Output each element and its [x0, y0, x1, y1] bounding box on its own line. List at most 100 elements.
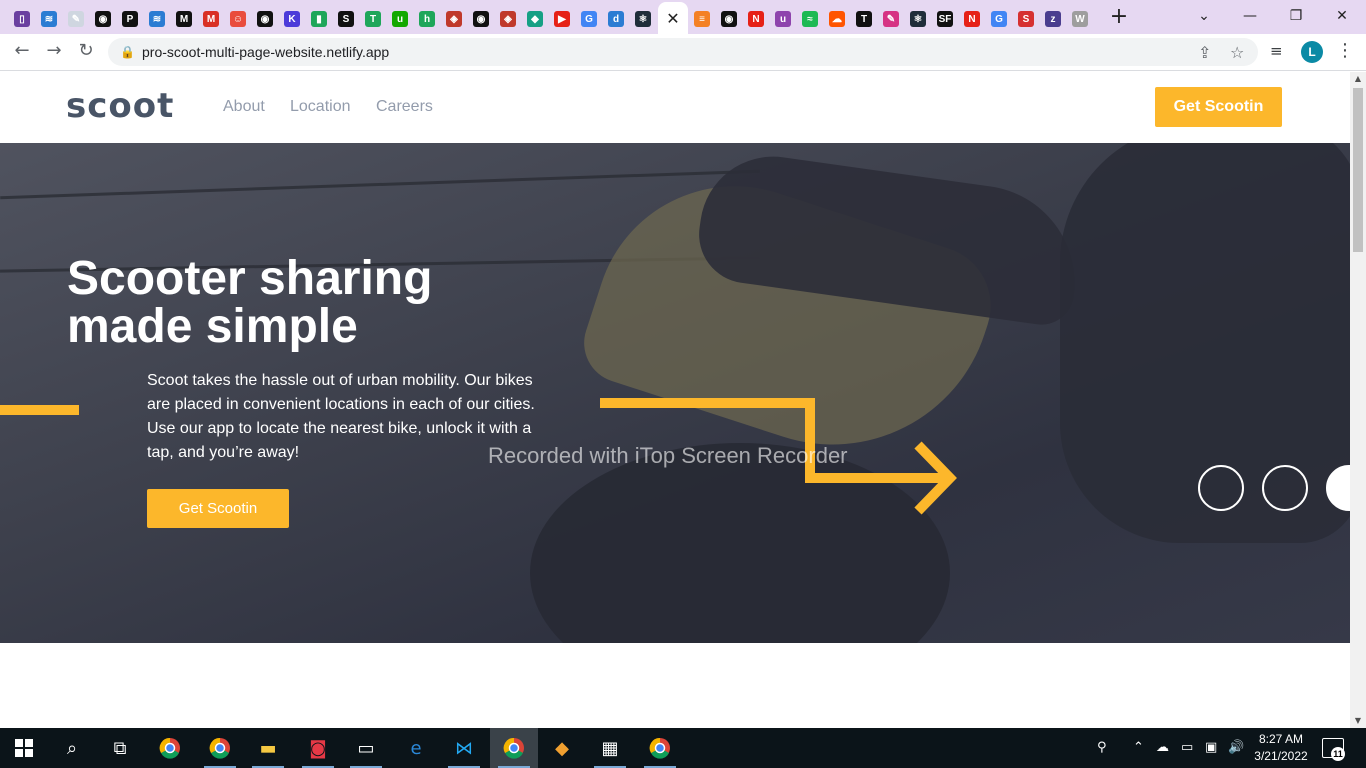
close-window-button[interactable]: ✕ — [1320, 4, 1364, 28]
browser-tab[interactable]: N — [959, 6, 985, 32]
taskbar-chrome-profile-l[interactable] — [490, 728, 538, 768]
browser-tab[interactable]: ◉ — [716, 6, 742, 32]
header-get-scootin-button[interactable]: Get Scootin — [1155, 87, 1282, 127]
browser-tab[interactable]: u — [387, 6, 413, 32]
browser-tab[interactable]: N — [743, 6, 769, 32]
browser-tab[interactable]: ☁ — [824, 6, 850, 32]
scroll-up-icon[interactable]: ▲ — [1350, 72, 1366, 86]
browser-tab[interactable]: u — [770, 6, 796, 32]
browser-tab[interactable]: SF — [932, 6, 958, 32]
browser-tab[interactable]: T — [360, 6, 386, 32]
browser-tab[interactable]: ◆ — [522, 6, 548, 32]
browser-tab[interactable]: T — [851, 6, 877, 32]
share-icon[interactable]: ⇪ — [1198, 43, 1211, 62]
s-icon: S — [338, 11, 354, 27]
browser-tab[interactable]: z — [1040, 6, 1066, 32]
github-icon: ◉ — [95, 11, 111, 27]
url-text[interactable]: pro-scoot-multi-page-website.netlify.app — [142, 44, 389, 60]
hero-get-scootin-button[interactable]: Get Scootin — [147, 489, 289, 528]
browser-tab[interactable]: M — [198, 6, 224, 32]
bookmark-star-icon[interactable]: ☆ — [1230, 43, 1244, 62]
profile-avatar[interactable]: L — [1301, 41, 1323, 63]
onedrive-icon[interactable]: ☁ — [1156, 740, 1169, 755]
browser-tab[interactable]: ≡ — [689, 6, 715, 32]
page-scrollbar[interactable]: ▲ ▼ — [1350, 72, 1366, 728]
wordpress-icon: W — [1072, 11, 1088, 27]
browser-tab[interactable]: ≋ — [36, 6, 62, 32]
taskbar-git-tool[interactable]: ◆ — [538, 728, 586, 768]
browser-tab[interactable]: K — [279, 6, 305, 32]
lock-icon[interactable]: 🔒 — [120, 45, 135, 59]
chrome-icon — [503, 737, 524, 759]
taskbar-chrome-profile-r2[interactable] — [636, 728, 684, 768]
show-hidden-icons[interactable]: ⌃ — [1133, 740, 1144, 755]
taskbar-chrome-profile-r[interactable] — [196, 728, 244, 768]
reload-button[interactable]: ↻ — [74, 40, 98, 64]
taskbar-edge[interactable]: e — [392, 728, 440, 768]
scroll-down-icon[interactable]: ▼ — [1350, 714, 1366, 728]
active-tab[interactable]: ✕ — [658, 2, 688, 34]
k-icon: K — [284, 11, 300, 27]
phone-icon: ▮ — [311, 11, 327, 27]
browser-tab[interactable]: ≋ — [144, 6, 170, 32]
taskbar-chrome[interactable] — [146, 728, 194, 768]
taskbar-network-app[interactable]: ▦ — [586, 728, 634, 768]
browser-tab[interactable]: W — [1067, 6, 1093, 32]
media-control-icon[interactable]: ≡ — [1270, 42, 1283, 60]
forward-button[interactable]: → — [42, 40, 66, 64]
taskbar-file-explorer[interactable]: ▬ — [244, 728, 292, 768]
task-view-button[interactable]: ⧉ — [96, 728, 144, 768]
ms-icon: ≋ — [41, 11, 57, 27]
volume-icon[interactable]: 🔊 — [1228, 740, 1244, 755]
nav-link-careers[interactable]: Careers — [376, 98, 433, 116]
people-icon[interactable]: ⚲ — [1097, 740, 1107, 755]
scroll-thumb[interactable] — [1353, 88, 1363, 252]
search-button[interactable]: ⌕ — [48, 728, 96, 768]
browser-menu-icon[interactable]: ⋮ — [1336, 40, 1354, 61]
browser-tab[interactable]: ▯ — [9, 6, 35, 32]
browser-tab[interactable]: ◈ — [495, 6, 521, 32]
t-icon: T — [856, 11, 872, 27]
address-bar[interactable]: 🔒 pro-scoot-multi-page-website.netlify.a… — [108, 38, 1258, 66]
tab-search-button[interactable]: ⌄ — [1182, 4, 1226, 28]
browser-tab[interactable]: G — [576, 6, 602, 32]
browser-tab[interactable]: ✎ — [878, 6, 904, 32]
browser-tab[interactable]: ▮ — [306, 6, 332, 32]
p-icon: P — [122, 11, 138, 27]
browser-tab[interactable]: ◉ — [468, 6, 494, 32]
browser-tab[interactable]: ☺ — [225, 6, 251, 32]
browser-tab[interactable]: S — [333, 6, 359, 32]
browser-tab[interactable]: ✎ — [63, 6, 89, 32]
recorder-icon: ◙ — [309, 737, 327, 759]
folder-icon: ▬ — [259, 737, 277, 759]
restore-button[interactable]: ❐ — [1274, 4, 1318, 28]
browser-tab[interactable]: ≈ — [797, 6, 823, 32]
minimize-button[interactable]: — — [1228, 4, 1272, 28]
site-logo[interactable]: scoot — [66, 86, 174, 126]
taskbar-screen-recorder[interactable]: ◙ — [294, 728, 342, 768]
browser-tab[interactable]: ◈ — [441, 6, 467, 32]
browser-tab[interactable]: ◉ — [252, 6, 278, 32]
browser-tab[interactable]: ⚛ — [905, 6, 931, 32]
browser-tab[interactable]: M — [171, 6, 197, 32]
browser-tab[interactable]: h — [414, 6, 440, 32]
browser-tab[interactable]: ▶ — [549, 6, 575, 32]
taskbar-terminal[interactable]: ▭ — [342, 728, 390, 768]
nav-link-location[interactable]: Location — [290, 98, 351, 116]
nav-link-about[interactable]: About — [223, 98, 265, 116]
browser-tab[interactable]: d — [603, 6, 629, 32]
browser-tab[interactable]: G — [986, 6, 1012, 32]
h-icon: h — [419, 11, 435, 27]
start-button[interactable] — [0, 728, 48, 768]
battery-icon[interactable]: ▭ — [1181, 740, 1193, 755]
browser-tab[interactable]: ◉ — [90, 6, 116, 32]
taskbar-clock[interactable]: 8:27 AM 3/21/2022 — [1254, 731, 1308, 765]
taskbar-vscode[interactable]: ⋈ — [440, 728, 488, 768]
network-tray-icon[interactable]: ▣ — [1205, 740, 1217, 755]
browser-tab[interactable]: S — [1013, 6, 1039, 32]
new-tab-button[interactable]: + — [1108, 6, 1130, 28]
browser-tab[interactable]: ⚛ — [630, 6, 656, 32]
back-button[interactable]: ← — [10, 40, 34, 64]
close-tab-icon[interactable]: ✕ — [666, 9, 679, 28]
browser-tab[interactable]: P — [117, 6, 143, 32]
